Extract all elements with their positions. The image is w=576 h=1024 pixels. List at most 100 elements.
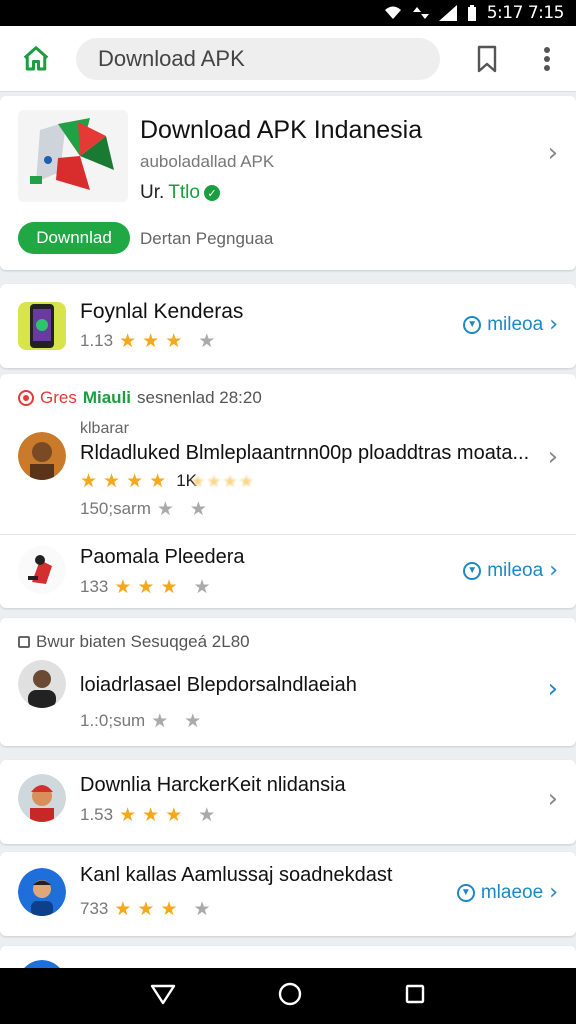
chevron-right-icon: › xyxy=(547,784,558,814)
developer-name[interactable]: Ttlo xyxy=(168,182,200,204)
home-button[interactable] xyxy=(8,31,64,87)
featured-app-developer: Ur. Ttlo ✓ xyxy=(140,182,220,204)
recents-button[interactable] xyxy=(404,983,426,1010)
featured-app-note: Dertan Pegnguaa xyxy=(140,229,274,248)
star-icon: ★ xyxy=(126,470,144,492)
star-icon: ★ xyxy=(137,898,155,920)
download-button[interactable]: Downnlad xyxy=(18,222,130,254)
download-circle-icon: ▼ xyxy=(463,315,482,334)
app-icon-game xyxy=(18,546,66,594)
chevron-right-icon: › xyxy=(549,880,558,905)
install-link[interactable]: ▼ mileoa › xyxy=(463,558,558,583)
avatar xyxy=(18,660,66,708)
featured-app-subtitle: auboladallad APK xyxy=(140,152,275,171)
star-icon: ★ xyxy=(165,330,183,352)
app-rating: 1.53 ★ ★ ★ ★ xyxy=(80,804,215,826)
chevron-right-icon: › xyxy=(549,312,558,337)
home-circle-icon xyxy=(278,982,302,1005)
search-input[interactable]: Download APK xyxy=(76,38,440,80)
divider xyxy=(0,534,576,535)
more-options-button[interactable] xyxy=(530,38,564,80)
rating-value: 133 xyxy=(80,577,109,596)
install-label: mileoa xyxy=(487,313,544,335)
star-empty-icon: ★ xyxy=(189,498,207,520)
article-meta: 1.:0;sum ★ ★ xyxy=(80,710,201,732)
app-title: Foynlal Kenderas xyxy=(80,300,244,323)
developer-prefix: Ur. xyxy=(140,182,165,203)
article-meta: 150;sarm ★ ★ xyxy=(80,498,207,520)
list-item[interactable]: Kanl kallas Aamlussaj soadnekdast 733 ★ … xyxy=(0,852,576,936)
chevron-right-icon: › xyxy=(547,674,558,704)
live-icon xyxy=(18,390,34,406)
avatar xyxy=(18,868,66,916)
section-tag-green: Miauli xyxy=(82,388,132,407)
star-empty-icon: ★ xyxy=(156,498,174,520)
list-item[interactable]: Foynlal Kenderas 1.13 ★ ★ ★ ★ ▼ mileoa › xyxy=(0,284,576,368)
featured-app-logo xyxy=(18,110,128,202)
app-list: Download APK Indanesia auboladallad APK … xyxy=(0,92,576,968)
app-icon-phone xyxy=(18,302,66,350)
section-title: sesnenlad 28:20 xyxy=(137,388,262,407)
data-transfer-icon xyxy=(412,5,429,21)
article-title[interactable]: Rldadluked Blmleplaantrnn00p ploaddtras … xyxy=(80,442,529,465)
star-icon: ★ xyxy=(142,330,160,352)
star-empty-icon: ★ xyxy=(198,804,216,826)
star-icon: ★ xyxy=(149,470,167,492)
section-tag-red: Gres xyxy=(40,388,77,407)
star-icon: ★ xyxy=(137,576,155,598)
list-item[interactable] xyxy=(0,946,576,968)
featured-app-card[interactable]: Download APK Indanesia auboladallad APK … xyxy=(0,96,576,270)
verified-icon: ✓ xyxy=(203,185,220,201)
featured-app-title: Download APK Indanesia xyxy=(140,116,423,144)
article-title[interactable]: loiadrlasael Blepdorsalndlaeiah xyxy=(80,674,357,697)
star-empty-icon: ★ xyxy=(193,898,211,920)
chevron-right-icon: › xyxy=(549,558,558,583)
back-icon xyxy=(151,984,176,1004)
star-icon: ★ xyxy=(119,330,137,352)
star-icon: ★ xyxy=(160,576,178,598)
app-bar: Download APK xyxy=(0,26,576,92)
bookmark-icon xyxy=(477,45,497,73)
section-header: Bwur biaten Sesuqgeá 2L80 xyxy=(18,632,250,652)
star-icon: ★ xyxy=(114,576,132,598)
chevron-right-icon: › xyxy=(547,442,558,472)
star-icon: ★ xyxy=(119,804,137,826)
signal-icon xyxy=(438,5,457,21)
blurred-stars: ★★★★ xyxy=(190,472,255,492)
back-button[interactable] xyxy=(150,983,176,1010)
star-empty-icon: ★ xyxy=(151,710,169,732)
star-icon: ★ xyxy=(165,804,183,826)
system-nav-bar xyxy=(0,968,576,1024)
wifi-icon xyxy=(383,5,403,21)
list-item[interactable]: Downlia HarckerKeit nlidansia › 1.53 ★ ★… xyxy=(0,760,576,844)
app-rating: 133 ★ ★ ★ ★ xyxy=(80,576,211,598)
avatar xyxy=(18,432,66,480)
install-link[interactable]: ▼ mlaeoe › xyxy=(456,880,558,905)
download-circle-icon: ▼ xyxy=(463,561,482,580)
rating-value: 1.13 xyxy=(80,331,114,350)
install-label: mlaeoe xyxy=(480,881,544,903)
star-icon: ★ xyxy=(160,898,178,920)
star-icon: ★ xyxy=(103,470,121,492)
bookmark-button[interactable] xyxy=(466,38,508,80)
avatar xyxy=(18,960,66,968)
section-card: Gres Miauli sesnenlad 28:20 klbarar Rlda… xyxy=(0,374,576,608)
rating-value: 1.53 xyxy=(80,805,114,824)
avatar xyxy=(18,774,66,822)
chevron-right-icon: › xyxy=(547,138,558,168)
star-icon: ★ xyxy=(114,898,132,920)
star-empty-icon: ★ xyxy=(184,710,202,732)
star-empty-icon: ★ xyxy=(193,576,211,598)
article-rating: ★ ★ ★ ★ 1K xyxy=(80,470,197,492)
home-nav-button[interactable] xyxy=(277,981,303,1012)
section-header: Gres Miauli sesnenlad 28:20 xyxy=(18,388,262,408)
recents-icon xyxy=(405,984,424,1003)
install-link[interactable]: ▼ mileoa › xyxy=(463,312,558,337)
meta-text: 150;sarm xyxy=(80,499,151,518)
app-rating: 733 ★ ★ ★ ★ xyxy=(80,898,211,920)
item-kicker: klbarar xyxy=(80,420,129,437)
download-circle-icon: ▼ xyxy=(456,883,475,902)
app-title: Kanl kallas Aamlussaj soadnekdast xyxy=(80,864,393,886)
section-title: Bwur biaten Sesuqgeá 2L80 xyxy=(36,632,250,651)
app-rating: 1.13 ★ ★ ★ ★ xyxy=(80,330,215,352)
